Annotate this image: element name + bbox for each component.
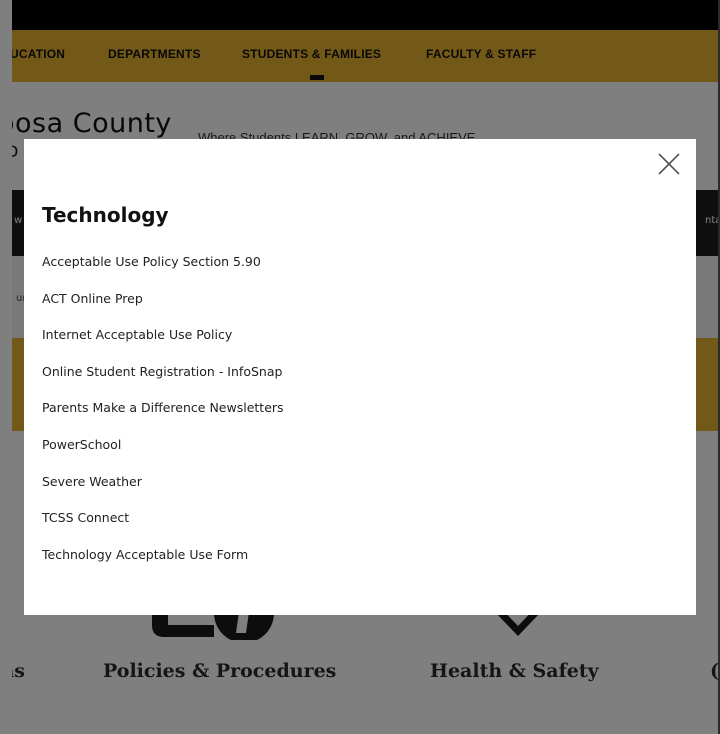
modal-title: Technology [42,203,169,227]
technology-modal: Technology Acceptable Use Policy Section… [24,139,696,615]
link-online-student-registration[interactable]: Online Student Registration - InfoSnap [42,364,282,380]
close-button[interactable] [652,147,686,181]
list-item: PowerSchool [42,434,284,471]
technology-link-list: Acceptable Use Policy Section 5.90 ACT O… [42,251,284,580]
link-severe-weather[interactable]: Severe Weather [42,474,142,490]
list-item: ACT Online Prep [42,288,284,325]
link-powerschool[interactable]: PowerSchool [42,437,121,453]
list-item: Technology Acceptable Use Form [42,544,284,581]
list-item: TCSS Connect [42,507,284,544]
link-tcss-connect[interactable]: TCSS Connect [42,510,129,526]
link-act-online-prep[interactable]: ACT Online Prep [42,291,143,307]
list-item: Online Student Registration - InfoSnap [42,361,284,398]
close-icon [658,153,680,175]
list-item: Acceptable Use Policy Section 5.90 [42,251,284,288]
list-item: Severe Weather [42,471,284,508]
link-parents-make-a-difference[interactable]: Parents Make a Difference Newsletters [42,400,284,416]
link-internet-acceptable-use-policy[interactable]: Internet Acceptable Use Policy [42,327,232,343]
list-item: Parents Make a Difference Newsletters [42,397,284,434]
link-technology-acceptable-use-form[interactable]: Technology Acceptable Use Form [42,547,248,563]
list-item: Internet Acceptable Use Policy [42,324,284,361]
link-acceptable-use-policy-5-90[interactable]: Acceptable Use Policy Section 5.90 [42,254,261,270]
